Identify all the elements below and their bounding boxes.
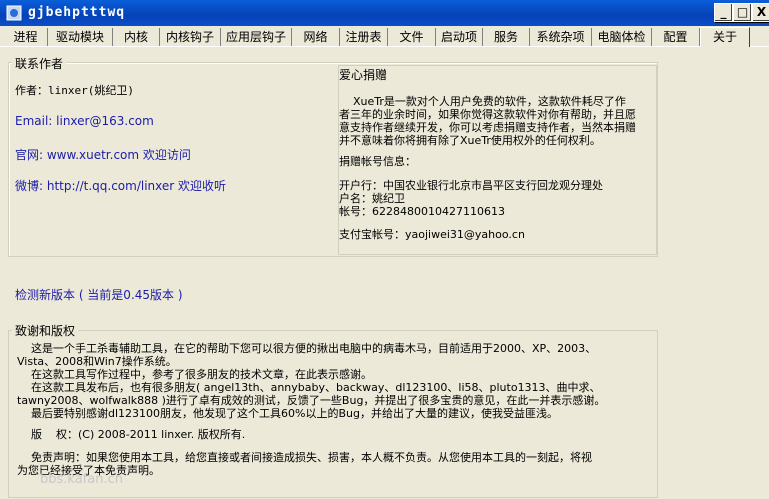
- thanks-line: tawny2008、wolfwalk888 )进行了卓有成效的测试，反馈了一些B…: [17, 394, 606, 407]
- tab-driver-modules[interactable]: 驱动模块: [48, 28, 113, 46]
- thanks-line: Vista、2008和Win7操作系统。: [17, 355, 177, 368]
- tab-system-misc[interactable]: 系统杂项: [530, 28, 592, 46]
- watermark: bbs.kafan.cn: [40, 472, 123, 487]
- thanks-line: 这是一个手工杀毒辅助工具，在它的帮助下您可以很方便的揪出电脑中的病毒木马，目前适…: [17, 342, 597, 355]
- copyright-line: 版 权：(C) 2008-2011 linxer. 版权所有.: [17, 428, 246, 441]
- donation-textarea[interactable]: 爱心捐赠 XueTr是一款对个人用户免费的软件，这款软件耗尽了作 者三年的业余时…: [338, 65, 657, 255]
- donation-text-line: 意支持作者继续开发，你可以考虑捐赠支持作者，当然本捐赠: [339, 121, 636, 134]
- check-update-link[interactable]: 检测新版本 ( 当前是0.45版本 ): [15, 286, 183, 303]
- maximize-button[interactable]: □: [733, 3, 752, 22]
- disclaimer-line: 免责声明：如果您使用本工具，给您直接或者间接造成损失、损害，本人概不负责。从您使…: [17, 451, 592, 464]
- donation-alipay: 支付宝帐号：yaojiwei31@yahoo.cn: [339, 228, 525, 241]
- donation-title: 爱心捐赠: [339, 68, 388, 82]
- email-link[interactable]: Email: linxer@163.com: [15, 114, 154, 128]
- thanks-copyright-label: 致谢和版权: [12, 322, 79, 339]
- weibo-link[interactable]: 微博: http://t.qq.com/linxer 欢迎收听: [15, 177, 226, 194]
- thanks-line: 最后要特别感谢dl123100朋友，他发现了这个工具60%以上的Bug，并给出了…: [17, 407, 558, 420]
- donation-text-line: 者三年的业余时间，如果你觉得这款软件对你有帮助，并且愿: [339, 108, 636, 121]
- donation-text-line: XueTr是一款对个人用户免费的软件，这款软件耗尽了作: [339, 95, 626, 108]
- tab-bar: 进程 驱动模块 内核 内核钩子 应用层钩子 网络 注册表 文件 启动项 服务 系…: [0, 27, 769, 47]
- tab-files[interactable]: 文件: [388, 28, 436, 46]
- tab-services[interactable]: 服务: [483, 28, 530, 46]
- contact-author-label: 联系作者: [12, 55, 67, 72]
- tab-health-check[interactable]: 电脑体检: [592, 28, 652, 46]
- tab-config[interactable]: 配置: [652, 28, 700, 46]
- tab-app-hooks[interactable]: 应用层钩子: [221, 28, 292, 46]
- donation-text-line: 并不意味着你将拥有除了XueTr使用权外的任何权利。: [339, 134, 601, 147]
- tab-about[interactable]: 关于: [700, 27, 750, 47]
- minimize-button[interactable]: _: [714, 3, 733, 22]
- window-title: gjbehptttwq: [28, 5, 126, 20]
- tab-registry[interactable]: 注册表: [340, 28, 388, 46]
- donation-account-header: 捐赠帐号信息：: [339, 155, 416, 168]
- thanks-line: 在这款工具写作过程中，参考了很多朋友的技术文章，在此表示感谢。: [17, 368, 372, 381]
- tab-kernel-hooks[interactable]: 内核钩子: [160, 28, 221, 46]
- tab-network[interactable]: 网络: [292, 28, 340, 46]
- title-bar: gjbehptttwq _ □ X: [0, 0, 769, 26]
- tab-kernel[interactable]: 内核: [113, 28, 160, 46]
- tab-startup[interactable]: 启动项: [436, 28, 483, 46]
- close-button[interactable]: X: [752, 3, 769, 22]
- tab-process[interactable]: 进程: [4, 28, 48, 46]
- donation-bank: 开户行：中国农业银行北京市昌平区支行回龙观分理处: [339, 179, 603, 192]
- thanks-line: 在这款工具发布后，也有很多朋友( angel13th、annybaby、back…: [17, 381, 601, 394]
- donation-account-number: 帐号：6228480010427110613: [339, 205, 505, 218]
- donation-account-name: 户名：姚纪卫: [339, 192, 405, 205]
- website-link[interactable]: 官网: www.xuetr.com 欢迎访问: [15, 146, 191, 163]
- author-line: 作者：linxer(姚纪卫): [15, 84, 134, 97]
- app-icon: [6, 5, 22, 21]
